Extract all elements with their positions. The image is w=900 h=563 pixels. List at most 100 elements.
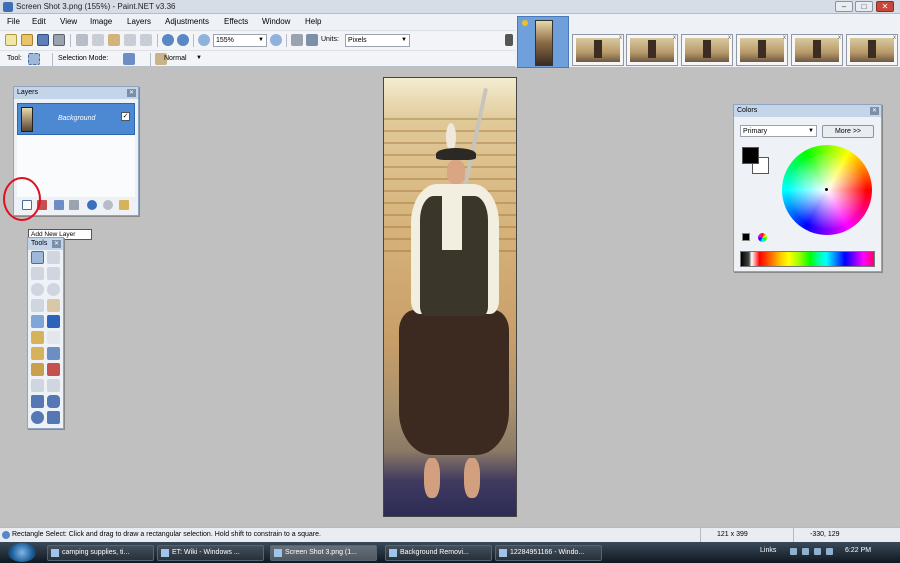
grid-icon[interactable]	[291, 34, 303, 46]
color-target-select[interactable]: Primary ▼	[740, 125, 817, 137]
taskbar-item[interactable]: Background Removi...	[385, 545, 492, 561]
menu-image[interactable]: Image	[90, 17, 112, 26]
clone-stamp-tool-icon[interactable]	[31, 363, 44, 376]
links-toolbar[interactable]: Links	[760, 547, 776, 554]
close-icon[interactable]: ✕	[127, 89, 136, 97]
pan-tool-icon[interactable]	[47, 299, 60, 312]
crop-icon[interactable]	[124, 34, 136, 46]
move-selection-tool-icon[interactable]	[47, 267, 60, 280]
tray-icon[interactable]	[790, 548, 797, 555]
primary-color-swatch[interactable]	[742, 147, 759, 164]
image-tab[interactable]: x	[846, 34, 898, 66]
copy-icon[interactable]	[92, 34, 104, 46]
image-tab[interactable]: x	[791, 34, 843, 66]
move-layer-up-icon[interactable]	[87, 200, 97, 210]
text-tool-icon[interactable]	[31, 379, 44, 392]
toolbar-more-icon[interactable]	[505, 34, 513, 46]
zoom-tool-icon[interactable]	[47, 283, 60, 296]
paintbrush-tool-icon[interactable]	[31, 331, 44, 344]
chevron-down-icon[interactable]: ▼	[196, 55, 202, 61]
selection-mode-icon[interactable]	[123, 53, 135, 65]
recolor-tool-icon[interactable]	[47, 363, 60, 376]
menu-effects[interactable]: Effects	[224, 17, 248, 26]
cut-icon[interactable]	[76, 34, 88, 46]
ellipse-select-tool-icon[interactable]	[31, 283, 44, 296]
maximize-button[interactable]: □	[855, 1, 873, 12]
eraser-tool-icon[interactable]	[47, 331, 60, 344]
rectangle-tool-icon[interactable]	[31, 395, 44, 408]
taskbar-item[interactable]: ET: Wiki - Windows ...	[157, 545, 264, 561]
close-icon[interactable]: x	[619, 35, 622, 41]
tray-icon[interactable]	[802, 548, 809, 555]
layer-item-background[interactable]: Background ✓	[17, 103, 135, 135]
zoom-out-icon[interactable]	[198, 34, 210, 46]
close-button[interactable]: ✕	[876, 1, 894, 12]
default-colors-icon[interactable]	[742, 233, 750, 241]
close-icon[interactable]: x	[893, 35, 896, 41]
menu-layers[interactable]: Layers	[127, 17, 151, 26]
volume-icon[interactable]	[826, 548, 833, 555]
freeform-shape-tool-icon[interactable]	[47, 411, 60, 424]
layer-visibility-checkbox[interactable]: ✓	[121, 112, 130, 121]
blend-mode-value[interactable]: Normal	[164, 55, 187, 62]
zoom-in-icon[interactable]	[270, 34, 282, 46]
undo-icon[interactable]	[162, 34, 174, 46]
image-tab-active[interactable]	[517, 16, 569, 68]
image-tab[interactable]: x	[681, 34, 733, 66]
paste-icon[interactable]	[108, 34, 120, 46]
ellipse-tool-icon[interactable]	[31, 411, 44, 424]
menu-edit[interactable]: Edit	[32, 17, 46, 26]
taskbar-item[interactable]: 12284951166 - Windo...	[495, 545, 602, 561]
close-icon[interactable]: x	[783, 35, 786, 41]
move-layer-down-icon[interactable]	[103, 200, 113, 210]
taskbar-item-active[interactable]: Screen Shot 3.png (1...	[270, 545, 377, 561]
start-button[interactable]	[8, 543, 36, 562]
zoom-combo[interactable]: 155% ▼	[213, 34, 267, 47]
more-colors-button[interactable]: More >>	[822, 125, 874, 138]
rounded-rectangle-tool-icon[interactable]	[47, 395, 60, 408]
line-curve-tool-icon[interactable]	[47, 379, 60, 392]
image-canvas[interactable]	[383, 77, 517, 517]
color-picker-tool-icon[interactable]	[47, 347, 60, 360]
color-palette[interactable]	[740, 251, 875, 267]
merge-layer-icon[interactable]	[69, 200, 79, 210]
image-tab[interactable]: x	[736, 34, 788, 66]
magic-wand-tool-icon[interactable]	[31, 299, 44, 312]
minimize-button[interactable]: –	[835, 1, 853, 12]
close-icon[interactable]: ✕	[52, 240, 61, 248]
close-icon[interactable]: x	[728, 35, 731, 41]
image-tab[interactable]: x	[626, 34, 678, 66]
clock[interactable]: 6:22 PM	[845, 547, 871, 554]
close-icon[interactable]: x	[838, 35, 841, 41]
menu-view[interactable]: View	[60, 17, 77, 26]
rulers-icon[interactable]	[306, 34, 318, 46]
image-tab[interactable]: x	[572, 34, 624, 66]
close-icon[interactable]: ✕	[870, 107, 879, 115]
close-icon[interactable]: x	[673, 35, 676, 41]
taskbar-item[interactable]: camping supplies, ti...	[47, 545, 154, 561]
menu-adjustments[interactable]: Adjustments	[165, 17, 209, 26]
menu-window[interactable]: Window	[262, 17, 290, 26]
chevron-down-icon: ▼	[401, 37, 407, 43]
open-icon[interactable]	[21, 34, 33, 46]
gradient-tool-icon[interactable]	[47, 315, 60, 328]
pencil-tool-icon[interactable]	[31, 347, 44, 360]
move-selected-tool-icon[interactable]	[47, 251, 60, 264]
network-icon[interactable]	[814, 548, 821, 555]
new-image-icon[interactable]	[5, 34, 17, 46]
windows-taskbar: camping supplies, ti... ET: Wiki - Windo…	[0, 542, 900, 563]
lasso-select-tool-icon[interactable]	[31, 267, 44, 280]
palette-menu-icon[interactable]	[758, 233, 767, 242]
save-icon[interactable]	[37, 34, 49, 46]
menu-help[interactable]: Help	[305, 17, 321, 26]
paint-bucket-tool-icon[interactable]	[31, 315, 44, 328]
duplicate-layer-icon[interactable]	[54, 200, 64, 210]
menu-file[interactable]: File	[7, 17, 20, 26]
redo-icon[interactable]	[177, 34, 189, 46]
layer-properties-icon[interactable]	[119, 200, 129, 210]
print-icon[interactable]	[53, 34, 65, 46]
rectangle-select-tool-icon[interactable]	[31, 251, 44, 264]
units-combo[interactable]: Pixels ▼	[345, 34, 410, 47]
rectangle-select-icon[interactable]	[28, 53, 40, 65]
deselect-icon[interactable]	[140, 34, 152, 46]
